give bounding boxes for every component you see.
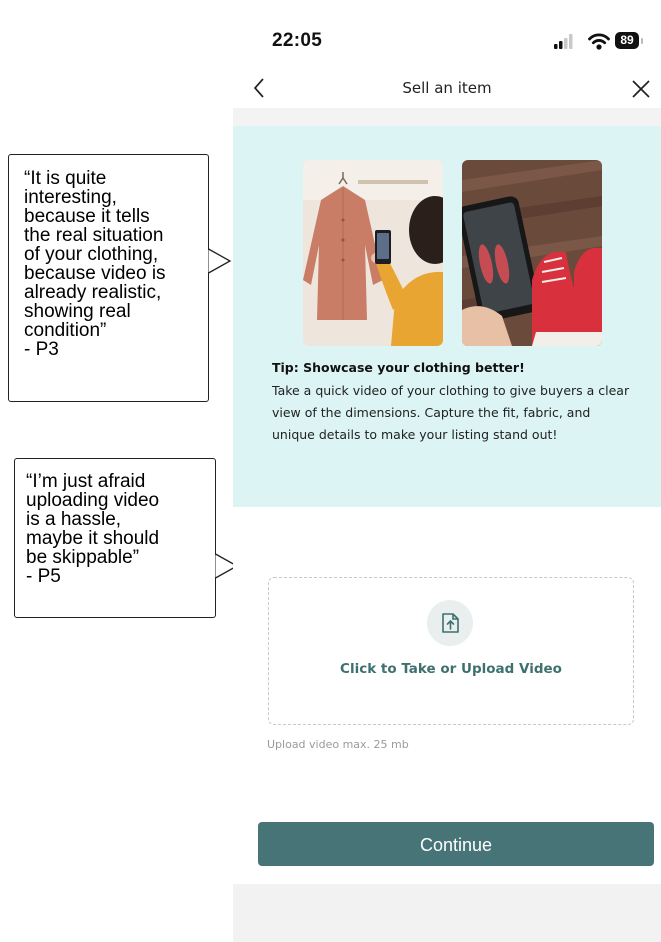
signal-icon <box>554 34 573 49</box>
wifi-icon <box>588 33 610 50</box>
sneakers-video-photo <box>462 160 602 346</box>
clothing-video-photo <box>303 160 443 346</box>
tip-title: Tip: Showcase your clothing better! <box>272 360 525 375</box>
annotation-quote-text: “I’m just afraid uploading video is a ha… <box>26 471 160 568</box>
close-icon[interactable] <box>630 78 652 100</box>
annotation-quote-p3: “It is quite interesting, because it tel… <box>8 154 209 402</box>
annotation-author: - P5 <box>26 566 61 587</box>
continue-button[interactable]: Continue <box>258 822 654 866</box>
annotation-quote-p5: “I’m just afraid uploading video is a ha… <box>14 458 216 618</box>
bottom-bar <box>233 884 661 942</box>
status-icons: 89 <box>546 32 646 52</box>
annotation-author: - P3 <box>24 339 59 360</box>
status-time: 22:05 <box>272 30 323 51</box>
phone-screen: 22:05 89 Sell an item Tip: Showcase your… <box>233 0 661 942</box>
battery-icon: 89 <box>615 32 639 49</box>
upload-file-icon <box>427 600 473 646</box>
annotation-quote-text: “It is quite interesting, because it tel… <box>24 168 166 341</box>
upload-label: Click to Take or Upload Video <box>340 661 562 677</box>
header-divider <box>233 108 661 126</box>
callout-pointer <box>208 248 232 274</box>
battery-nub <box>641 38 643 44</box>
upload-hint: Upload video max. 25 mb <box>267 738 409 751</box>
video-upload-dropzone[interactable]: Click to Take or Upload Video <box>268 577 634 725</box>
page-title: Sell an item <box>402 79 492 97</box>
tip-panel: Tip: Showcase your clothing better! Take… <box>233 126 661 507</box>
tip-body: Take a quick video of your clothing to g… <box>272 383 630 442</box>
